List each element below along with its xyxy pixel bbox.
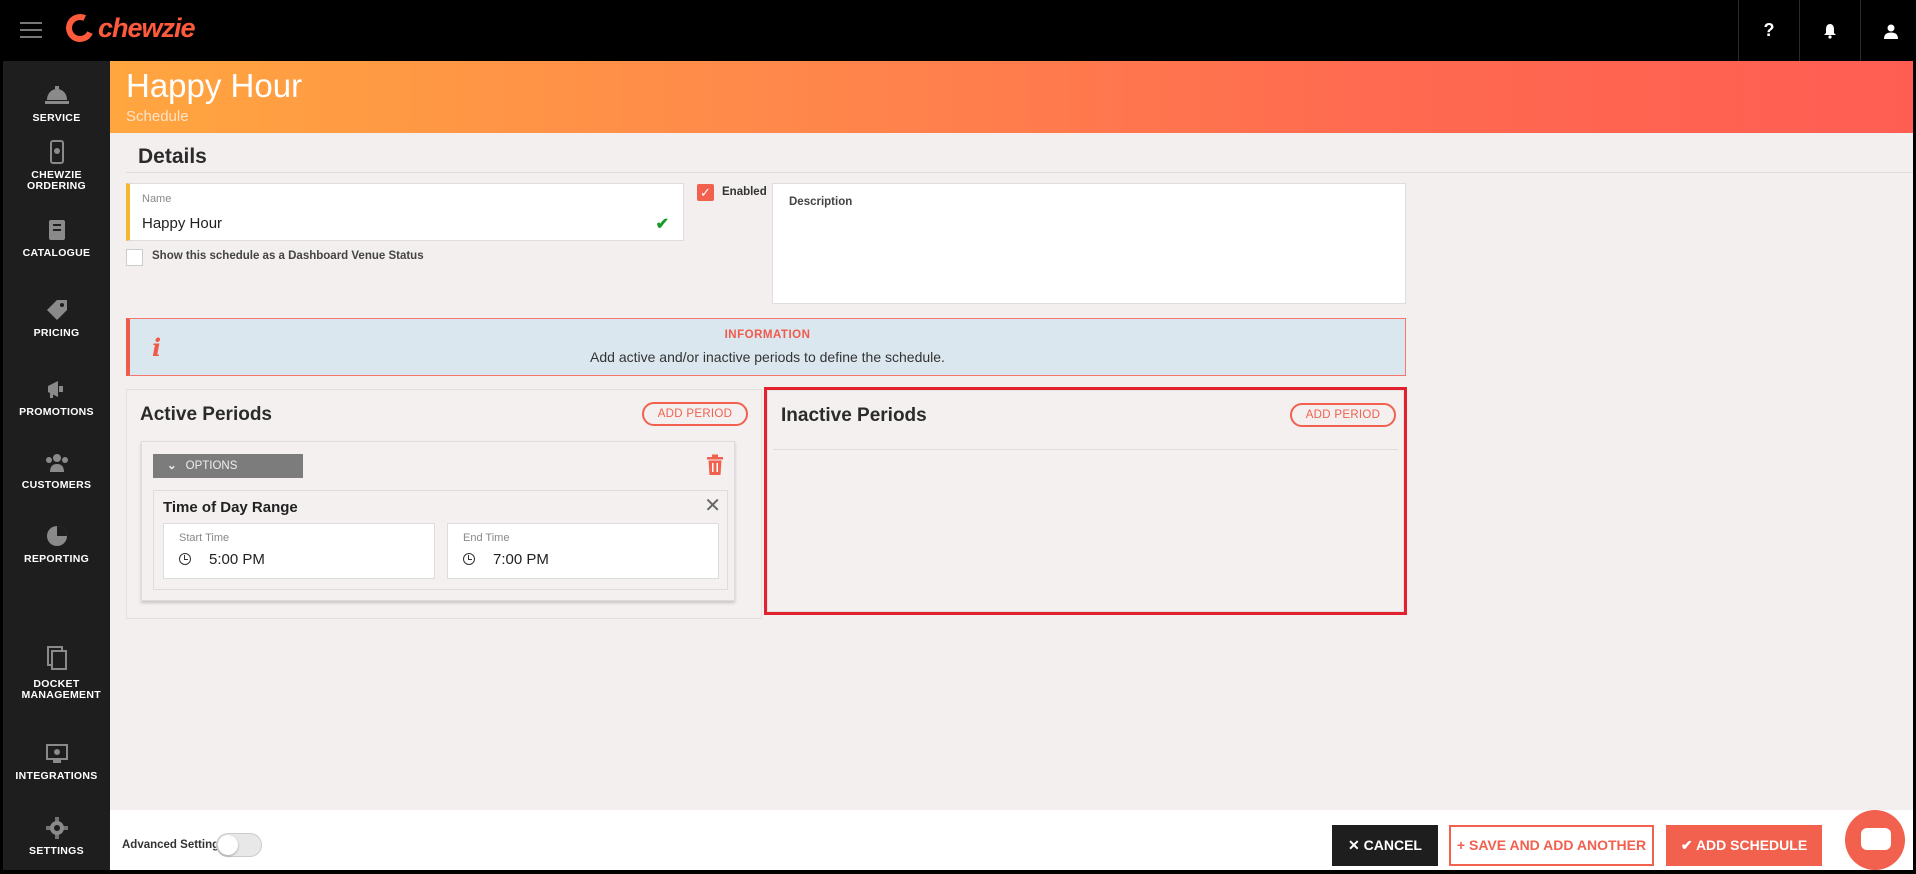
pricing-icon <box>42 298 72 322</box>
sidebar-item-settings[interactable]: SETTINGS <box>3 816 110 857</box>
advanced-settings-toggle[interactable] <box>216 833 262 857</box>
active-periods-title: Active Periods <box>140 404 272 425</box>
page-header: Happy Hour Schedule <box>110 61 1913 133</box>
name-input[interactable]: Happy Hour <box>142 215 222 232</box>
cancel-button[interactable]: ✕ CANCEL <box>1332 825 1438 866</box>
logo-mark <box>62 10 98 46</box>
sidebar-item-reporting[interactable]: REPORTING <box>3 524 110 565</box>
divider <box>773 449 1398 450</box>
sidebar-item-label: CUSTOMERS <box>21 479 92 491</box>
sidebar-item-pricing[interactable]: PRICING <box>3 298 110 339</box>
trash-icon[interactable] <box>706 454 724 476</box>
sidebar-item-label: PRICING <box>33 327 80 339</box>
save-and-add-another-button[interactable]: + SAVE AND ADD ANOTHER <box>1449 825 1654 866</box>
add-active-period-button[interactable]: ADD PERIOD <box>642 402 748 426</box>
sidebar: SERVICE CHEWZIE ORDERING CATALOGUE PRICI… <box>3 61 110 870</box>
hamburger-menu-icon[interactable] <box>20 22 42 38</box>
sidebar-item-label: INTEGRATIONS <box>15 770 98 782</box>
service-icon <box>42 83 72 107</box>
details-heading: Details <box>138 145 207 168</box>
sidebar-item-integrations[interactable]: INTEGRATIONS <box>3 741 110 782</box>
sidebar-item-label: PROMOTIONS <box>19 406 94 418</box>
bell-icon[interactable] <box>1799 0 1860 61</box>
main-content: Details Name Happy Hour ✔ Show this sche… <box>110 133 1913 810</box>
reporting-icon <box>42 524 72 548</box>
page-title: Happy Hour <box>126 67 303 104</box>
start-time-field[interactable]: Start Time 5:00 PM <box>163 523 435 579</box>
enabled-label: Enabled <box>722 186 767 198</box>
add-schedule-button[interactable]: ✔ ADD SCHEDULE <box>1666 825 1822 866</box>
page-subtitle: Schedule <box>126 108 189 125</box>
ordering-icon <box>42 140 72 164</box>
clock-icon <box>179 553 191 565</box>
top-bar: chewzie ? <box>0 0 1916 61</box>
time-of-day-title: Time of Day Range <box>163 499 298 516</box>
add-schedule-label: ADD SCHEDULE <box>1695 837 1808 853</box>
period-card: ⌄ OPTIONS Time of Day Range ✕ Start Time … <box>141 441 735 601</box>
start-time-label: Start Time <box>179 532 230 544</box>
name-label: Name <box>142 193 172 205</box>
promotions-icon <box>42 377 72 401</box>
sidebar-item-label: CHEWZIE ORDERING <box>27 169 86 192</box>
cancel-label: CANCEL <box>1363 837 1422 853</box>
sidebar-item-label: SETTINGS <box>29 845 84 857</box>
name-field[interactable]: Name Happy Hour ✔ <box>126 183 684 241</box>
chat-icon[interactable] <box>1845 810 1905 870</box>
help-icon[interactable]: ? <box>1738 0 1799 61</box>
add-inactive-period-button[interactable]: ADD PERIOD <box>1290 403 1396 427</box>
end-time-field[interactable]: End Time 7:00 PM <box>447 523 719 579</box>
time-of-day-range: Time of Day Range ✕ Start Time 5:00 PM E… <box>153 490 728 590</box>
user-icon[interactable] <box>1860 0 1916 61</box>
sidebar-item-label: SERVICE <box>32 112 81 124</box>
chat-bubble-inner <box>1861 828 1891 850</box>
chewzie-logo[interactable]: chewzie <box>62 10 196 46</box>
sidebar-item-chewzie-ordering[interactable]: CHEWZIE ORDERING <box>3 140 110 192</box>
dashboard-status-checkbox[interactable] <box>126 249 143 266</box>
description-field[interactable]: Description <box>772 183 1406 304</box>
options-dropdown[interactable]: ⌄ OPTIONS <box>153 454 303 478</box>
inactive-periods-panel: Inactive Periods ADD PERIOD <box>764 387 1407 615</box>
options-label: OPTIONS <box>185 460 238 472</box>
plus-icon: + <box>1456 837 1469 853</box>
end-time-value: 7:00 PM <box>493 551 549 568</box>
customers-icon <box>42 450 72 474</box>
info-title: INFORMATION <box>724 329 811 341</box>
information-banner: i INFORMATION Add active and/or inactive… <box>126 318 1406 376</box>
description-label: Description <box>789 196 853 208</box>
check-icon: ✔ <box>1680 837 1696 853</box>
footer-actions: Advanced Settings ✕ CANCEL + SAVE AND AD… <box>110 810 1913 870</box>
active-periods-panel: Active Periods ADD PERIOD ⌄ OPTIONS Time … <box>126 389 762 619</box>
clock-icon <box>463 553 475 565</box>
divider <box>126 172 1913 173</box>
close-icon: ✕ <box>1348 837 1364 853</box>
start-time-value: 5:00 PM <box>209 551 265 568</box>
logo-text: chewzie <box>98 12 196 43</box>
close-icon[interactable]: ✕ <box>704 493 721 518</box>
sidebar-item-label: CATALOGUE <box>22 247 91 259</box>
sidebar-item-service[interactable]: SERVICE <box>3 83 110 124</box>
sidebar-item-label: DOCKET MANAGEMENT <box>21 678 101 701</box>
integrations-icon <box>42 741 72 765</box>
end-time-label: End Time <box>463 532 510 544</box>
catalogue-icon <box>42 218 72 242</box>
sidebar-item-label: REPORTING <box>23 553 90 565</box>
valid-check-icon: ✔ <box>655 216 669 233</box>
chevron-down-icon: ⌄ <box>167 460 177 472</box>
sidebar-item-customers[interactable]: CUSTOMERS <box>3 450 110 491</box>
enabled-checkbox[interactable]: ✓ <box>697 184 714 201</box>
sidebar-item-promotions[interactable]: PROMOTIONS <box>3 377 110 418</box>
sidebar-item-catalogue[interactable]: CATALOGUE <box>3 218 110 259</box>
dashboard-status-label: Show this schedule as a Dashboard Venue … <box>152 250 424 262</box>
docket-icon <box>42 643 72 673</box>
settings-icon <box>42 816 72 840</box>
advanced-settings-label: Advanced Settings <box>122 839 226 851</box>
save-another-label: SAVE AND ADD ANOTHER <box>1469 837 1647 853</box>
sidebar-item-docket-management[interactable]: DOCKET MANAGEMENT <box>3 643 110 701</box>
info-text: Add active and/or inactive periods to de… <box>590 349 945 365</box>
toggle-knob <box>218 835 238 855</box>
inactive-periods-title: Inactive Periods <box>781 405 927 426</box>
